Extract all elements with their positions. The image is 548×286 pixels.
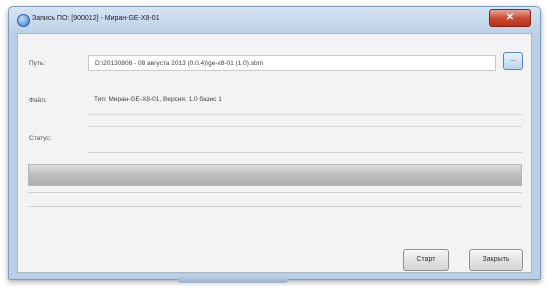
path-field[interactable]: D:\20130808 - 08 августа 2013 (0.0.4)\ge… — [88, 55, 496, 71]
divider — [28, 192, 522, 193]
file-underline — [88, 114, 522, 115]
status-value — [88, 130, 496, 146]
app-icon — [17, 14, 30, 27]
progress-bar — [28, 164, 522, 186]
start-button[interactable]: Старт — [403, 249, 449, 271]
divider — [28, 206, 522, 207]
dialog-body: Путь: D:\20130808 - 08 августа 2013 (0.0… — [17, 33, 532, 273]
close-icon: ✕ — [505, 12, 515, 23]
file-label: Файл: — [29, 97, 47, 104]
taskbar-thumbnail-edge — [178, 277, 288, 283]
title-bar[interactable]: Запись ПО: [900012] - Миран-GE-X8-01 ✕ — [9, 7, 540, 33]
status-label: Статус: — [29, 135, 52, 142]
status-topline — [88, 126, 522, 127]
path-label: Путь: — [29, 60, 46, 67]
file-info: Тип: Миран-GE-X8-01, Версия: 1.0 базис 1 — [94, 96, 222, 103]
status-underline — [88, 152, 522, 153]
window-title: Запись ПО: [900012] - Миран-GE-X8-01 — [32, 15, 160, 22]
close-button[interactable]: Закрыть — [469, 249, 523, 271]
firmware-write-dialog: Запись ПО: [900012] - Миран-GE-X8-01 ✕ П… — [8, 6, 541, 280]
browse-button[interactable]: ... — [503, 52, 523, 70]
close-window-button[interactable]: ✕ — [489, 9, 531, 27]
